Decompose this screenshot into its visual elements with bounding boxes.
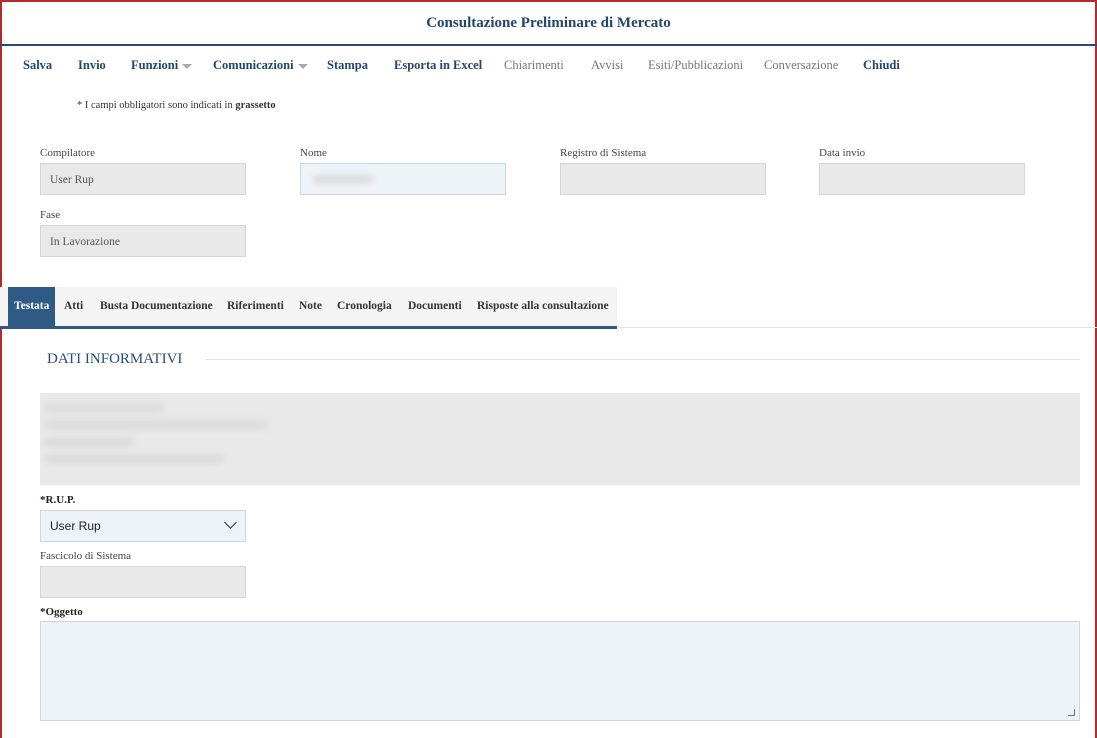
title-bar: Consultazione Preliminare di Mercato — [0, 0, 1097, 46]
fase-field: In Lavorazione — [40, 225, 246, 257]
redacted-line — [44, 420, 268, 430]
compilatore-label: Compilatore — [40, 147, 95, 159]
section-divider — [206, 359, 1080, 360]
tab-note[interactable]: Note — [299, 287, 322, 326]
fascicolo-field — [40, 566, 246, 598]
registro-label: Registro di Sistema — [560, 147, 647, 159]
rup-label: *R.U.P. — [40, 494, 76, 506]
conversation-button[interactable]: Conversazione — [764, 58, 838, 73]
data-invio-field — [819, 163, 1025, 195]
export-excel-button[interactable]: Esporta in Excel — [394, 58, 482, 73]
notices-button[interactable]: Avvisi — [591, 58, 623, 73]
fascicolo-label: Fascicolo di Sistema — [40, 550, 132, 562]
tab-atti[interactable]: Atti — [64, 287, 83, 326]
note-text: * I campi obbligatori sono indicati in — [77, 100, 233, 111]
chevron-down-icon — [297, 63, 308, 69]
chevron-down-icon — [224, 516, 237, 529]
fase-label: Fase — [40, 209, 61, 221]
compilatore-field: User Rup — [40, 163, 246, 195]
required-fields-note: * I campi obbligatori sono indicati in g… — [77, 100, 276, 111]
rup-select[interactable]: User Rup — [40, 510, 246, 542]
tab-risposte-consultazione[interactable]: Risposte alla consultazione — [477, 287, 609, 326]
redacted-line — [44, 454, 224, 464]
communications-menu[interactable]: Comunicazioni — [213, 58, 308, 73]
results-publications-button[interactable]: Esiti/Pubblicazioni — [648, 58, 743, 73]
tab-busta-documentazione[interactable]: Busta Documentazione — [100, 287, 213, 326]
tab-riferimenti[interactable]: Riferimenti — [227, 287, 284, 326]
toolbar: Salva Invio Funzioni Comunicazioni Stamp… — [0, 48, 1097, 80]
section-title: DATI INFORMATIVI — [47, 351, 183, 367]
nome-label: Nome — [300, 147, 327, 159]
nome-field[interactable] — [300, 163, 506, 195]
registro-field — [560, 163, 766, 195]
oggetto-label: *Oggetto — [40, 606, 83, 618]
info-box — [40, 393, 1080, 485]
redacted-line — [44, 437, 134, 447]
clarifications-button[interactable]: Chiarimenti — [504, 58, 564, 73]
tab-testata[interactable]: Testata — [8, 287, 56, 326]
tab-bar-divider — [617, 327, 1097, 328]
redacted-value — [313, 175, 373, 184]
send-button[interactable]: Invio — [78, 58, 106, 73]
tab-documenti[interactable]: Documenti — [408, 287, 462, 326]
oggetto-textarea[interactable] — [40, 621, 1080, 721]
redacted-line — [44, 403, 164, 413]
tab-bar: Testata Atti Busta Documentazione Riferi… — [0, 287, 617, 329]
resize-handle-icon[interactable] — [1068, 709, 1075, 716]
print-button[interactable]: Stampa — [327, 58, 368, 73]
communications-label: Comunicazioni — [213, 58, 294, 72]
close-button[interactable]: Chiudi — [863, 58, 900, 73]
functions-label: Funzioni — [131, 58, 179, 72]
note-bold-word: grassetto — [235, 100, 276, 111]
rup-value: User Rup — [50, 519, 101, 533]
data-invio-label: Data invio — [819, 147, 866, 159]
page-title: Consultazione Preliminare di Mercato — [426, 15, 671, 31]
functions-menu[interactable]: Funzioni — [131, 58, 193, 73]
tab-cronologia[interactable]: Cronologia — [337, 287, 392, 326]
chevron-down-icon — [182, 63, 193, 69]
save-button[interactable]: Salva — [23, 58, 52, 73]
